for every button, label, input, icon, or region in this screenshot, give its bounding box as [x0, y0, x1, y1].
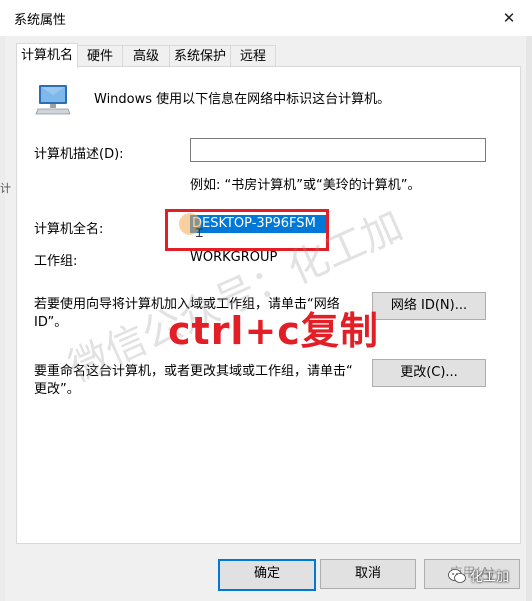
tab-remote[interactable]: 远程 [230, 45, 276, 67]
title-bar: 系统属性 ✕ [0, 0, 532, 36]
watermark-badge-text: 化工加 [470, 570, 510, 585]
change-button[interactable]: 更改(C)... [372, 359, 486, 387]
description-example: 例如: “书房计算机”或“美玲的计算机”。 [190, 178, 421, 193]
description-input[interactable] [190, 138, 486, 162]
left-edge [0, 36, 5, 601]
intro-text: Windows 使用以下信息在网络中标识这台计算机。 [94, 92, 391, 107]
tab-computer-name[interactable]: 计算机名 [16, 43, 78, 68]
close-icon: ✕ [502, 9, 516, 27]
rename-text-line2: 更改”。 [34, 382, 80, 397]
tab-system-protection[interactable]: 系统保护 [169, 45, 231, 67]
network-id-button[interactable]: 网络 ID(N)... [372, 292, 486, 320]
description-label: 计算机描述(D): [34, 147, 124, 162]
computer-icon [35, 85, 71, 115]
window-title: 系统属性 [14, 13, 67, 28]
cancel-button[interactable]: 取消 [320, 559, 416, 589]
ok-button[interactable]: 确定 [218, 559, 316, 591]
full-name-label: 计算机全名: [34, 222, 104, 237]
right-edge [526, 36, 532, 601]
wechat-icon [448, 568, 466, 583]
watermark-badge: 化工加 [448, 566, 509, 585]
side-fragment: 计 [0, 182, 11, 195]
network-text-line2: ID”。 [34, 315, 68, 330]
annotation-text: ctrl+c复制 [168, 309, 379, 353]
workgroup-label: 工作组: [34, 254, 78, 269]
close-button[interactable]: ✕ [486, 0, 532, 36]
tab-advanced[interactable]: 高级 [122, 45, 170, 67]
tab-hardware[interactable]: 硬件 [77, 45, 123, 67]
